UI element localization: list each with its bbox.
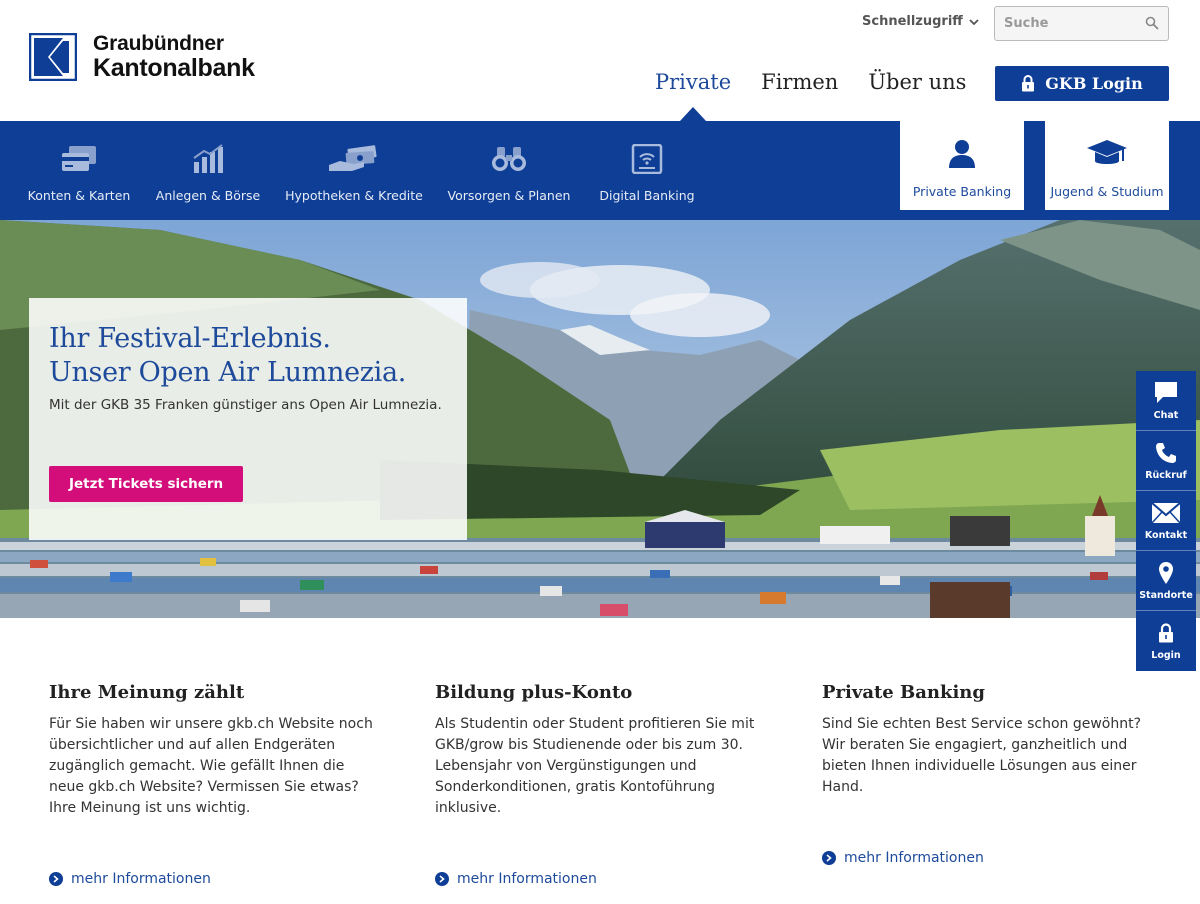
lock-icon [1159,623,1173,643]
chat-bubble-icon [1155,382,1177,403]
lock-icon [1022,75,1035,92]
graduation-cap-icon [1087,140,1127,164]
gkb-login-button[interactable]: GKB Login [995,66,1169,101]
nav-ueber-uns[interactable]: Über uns [868,70,966,94]
subnav-label: Vorsorgen & Planen [447,188,571,203]
site-header: Graubündner Kantonalbank Schnellzugriff … [0,0,1200,121]
main-nav: Private Firmen Über uns [655,70,966,94]
teaser-text: Als Studentin oder Student profitieren S… [435,716,755,816]
teaser-title: Ihre Meinung zählt [49,682,245,703]
more-link-label: mehr Informationen [844,850,984,866]
more-link-label: mehr Informationen [457,871,597,887]
teaser-private-banking-more-link[interactable]: mehr Informationen [822,850,984,866]
binoculars-icon [492,147,526,171]
tile-jugend-studium[interactable]: Jugend & Studium [1045,117,1169,210]
subnav-hypotheken-kredite[interactable]: Hypotheken & Kredite [285,121,423,220]
phone-icon [1156,443,1176,463]
arrow-right-icon [49,872,63,886]
nav-firmen[interactable]: Firmen [761,70,838,94]
sidebar-login[interactable]: Login [1136,611,1196,671]
contact-sidebar: Chat Rückruf Kontakt Standorte Login [1136,371,1196,671]
map-pin-icon [1159,562,1173,584]
sidebar-label: Login [1151,650,1181,661]
hero-text: Mit der GKB 35 Franken günstiger ans Ope… [49,397,442,413]
sidebar-label: Kontakt [1144,530,1188,541]
bar-chart-icon [193,144,223,173]
teaser-bildung-more-link[interactable]: mehr Informationen [435,871,597,887]
subnav-konten-karten[interactable]: Konten & Karten [27,121,131,220]
tablet-wifi-icon [631,144,663,174]
tile-private-banking[interactable]: Private Banking [900,117,1024,210]
teaser-title: Private Banking [822,682,985,703]
sidebar-standorte[interactable]: Standorte [1136,551,1196,611]
sidebar-chat[interactable]: Chat [1136,371,1196,431]
tickets-button[interactable]: Jetzt Tickets sichern [49,466,244,502]
quick-access-label: Schnellzugriff [862,14,963,29]
hero-teaser-box: Ihr Festival-Erlebnis. Unser Open Air Lu… [29,298,467,540]
search-box [994,6,1169,41]
arrow-right-icon [822,851,836,865]
hero-title-line1: Ihr Festival-Erlebnis. [49,323,331,354]
person-icon [949,140,975,168]
money-hand-icon [329,145,377,171]
subnav-label: Konten & Karten [27,188,131,203]
sidebar-label: Chat [1153,410,1179,421]
nav-private[interactable]: Private [655,70,731,94]
sidebar-kontakt[interactable]: Kontakt [1136,491,1196,551]
more-link-label: mehr Informationen [71,871,211,887]
credit-cards-icon [62,146,96,171]
chevron-down-icon [969,18,979,25]
subnav-label: Digital Banking [599,188,695,203]
envelope-icon [1151,502,1181,524]
teaser-feedback: Ihre Meinung zählt Für Sie haben wir uns… [49,682,379,819]
subnav-label: Anlegen & Börse [155,188,261,203]
sidebar-label: Standorte [1139,590,1193,601]
logo[interactable]: Graubündner Kantonalbank [29,33,255,81]
active-nav-indicator [680,107,706,121]
logo-mark-icon [29,33,77,81]
search-input[interactable] [995,7,1135,40]
teaser-text: Sind Sie echten Best Service schon gewöh… [822,716,1142,795]
arrow-right-icon [435,872,449,886]
tile-label: Private Banking [912,184,1012,199]
login-label: GKB Login [1045,74,1143,93]
teaser-private-banking: Private Banking Sind Sie echten Best Ser… [822,682,1152,798]
subnav-digital-banking[interactable]: Digital Banking [597,121,697,220]
teaser-title: Bildung plus-Konto [435,682,633,703]
sidebar-label: Rückruf [1145,470,1187,481]
logo-line2: Kantonalbank [93,54,255,82]
logo-line1: Graubündner [93,32,224,55]
tile-label: Jugend & Studium [1050,184,1164,199]
teaser-text: Für Sie haben wir unsere gkb.ch Website … [49,716,373,816]
subnav-anlegen-boerse[interactable]: Anlegen & Börse [156,121,260,220]
subnav-vorsorgen-planen[interactable]: Vorsorgen & Planen [448,121,570,220]
subnav-label: Hypotheken & Kredite [285,188,423,203]
sidebar-rueckruf[interactable]: Rückruf [1136,431,1196,491]
quick-access-dropdown[interactable]: Schnellzugriff [862,14,979,29]
teaser-feedback-more-link[interactable]: mehr Informationen [49,871,211,887]
hero-title: Ihr Festival-Erlebnis. Unser Open Air Lu… [49,322,447,390]
teaser-bildung-plus: Bildung plus-Konto Als Studentin oder St… [435,682,765,819]
search-icon[interactable] [1145,16,1159,30]
hero-title-line2: Unser Open Air Lumnezia. [49,357,407,388]
